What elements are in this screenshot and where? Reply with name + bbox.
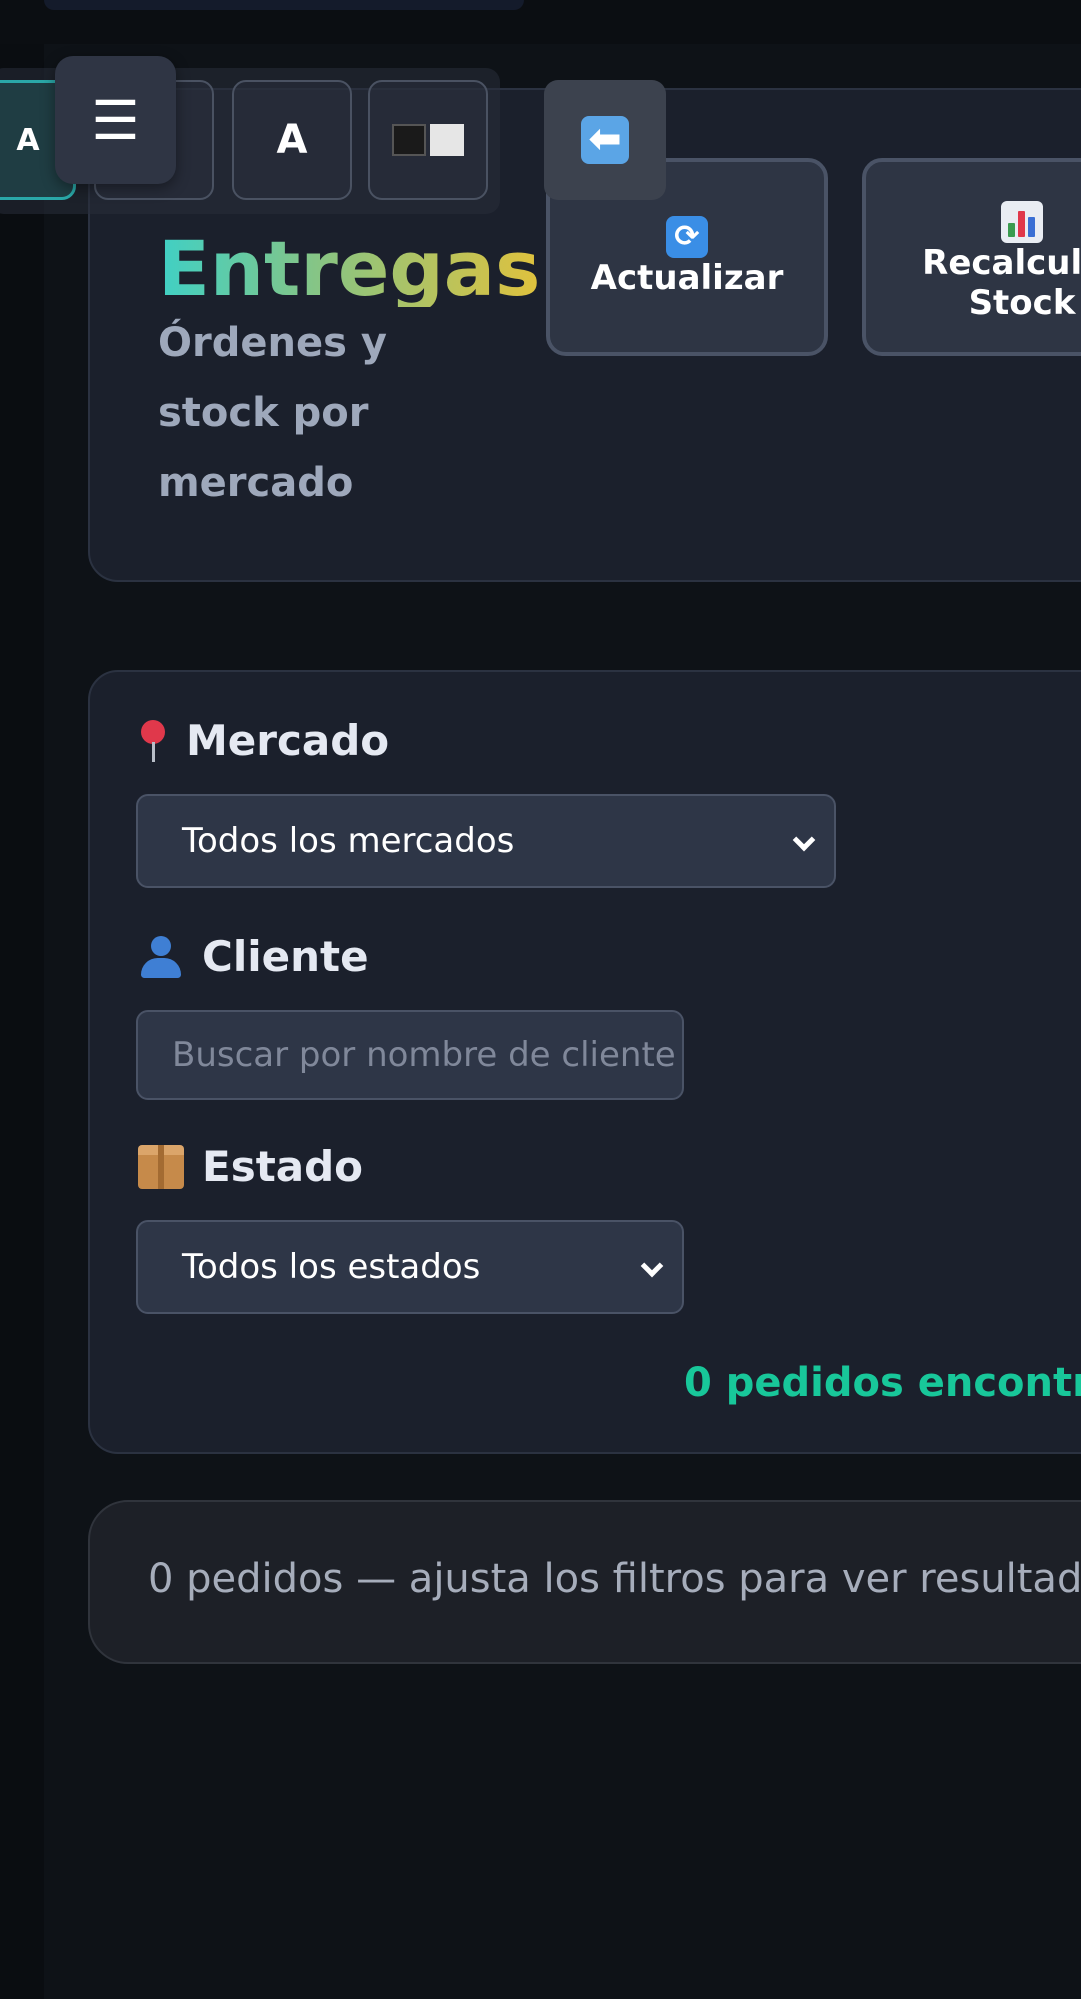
pin-icon <box>138 718 168 764</box>
contrast-toggle-button[interactable] <box>368 80 488 200</box>
package-icon <box>138 1144 184 1189</box>
contrast-light-icon <box>430 124 464 156</box>
chart-icon <box>1001 200 1043 243</box>
client-filter-label: Cliente <box>138 932 369 981</box>
market-label-text: Mercado <box>186 716 390 765</box>
font-size-button[interactable]: A <box>232 80 352 200</box>
state-label-text: Estado <box>202 1142 364 1191</box>
font-size-label: A <box>276 117 308 163</box>
results-count: 0 pedidos encontrados <box>684 1360 1081 1406</box>
back-button[interactable]: ⬅ <box>544 80 666 200</box>
market-select[interactable]: Todos los mercados <box>136 794 836 888</box>
state-filter-label: Estado <box>138 1142 363 1191</box>
market-select-value: Todos los mercados <box>182 821 515 861</box>
top-pill <box>44 0 524 10</box>
page-subtitle: Órdenes y stock por mercado <box>158 320 387 506</box>
hamburger-icon: ☰ <box>91 88 140 152</box>
refresh-button-label: Actualizar <box>590 257 784 298</box>
side-rail <box>0 0 44 1999</box>
font-size-active-label: A <box>16 122 40 158</box>
back-arrow-icon: ⬅ <box>581 116 629 164</box>
menu-button[interactable]: ☰ <box>55 56 176 184</box>
app-screen: Entregas Órdenes y stock por mercado ⟳ A… <box>0 0 1081 1999</box>
results-card: 0 pedidos — ajusta los filtros para ver … <box>88 1500 1081 1664</box>
state-select-value: Todos los estados <box>182 1247 481 1287</box>
market-filter-label: Mercado <box>138 716 389 765</box>
page-title: Entregas <box>158 223 541 313</box>
recalculate-stock-button[interactable]: Recalcular Stock <box>862 158 1081 356</box>
client-label-text: Cliente <box>202 932 369 981</box>
person-icon <box>138 934 184 980</box>
empty-results-message: 0 pedidos — ajusta los filtros para ver … <box>148 1556 1081 1602</box>
chevron-down-icon <box>640 1254 664 1278</box>
chevron-down-icon <box>792 828 816 852</box>
recalculate-stock-label: Recalcular Stock <box>922 242 1081 323</box>
top-strip <box>0 0 1081 44</box>
refresh-icon: ⟳ <box>666 215 708 258</box>
contrast-dark-icon <box>392 124 426 156</box>
filters-card: Mercado Todos los mercados Cliente Estad… <box>88 670 1081 1454</box>
state-select[interactable]: Todos los estados <box>136 1220 684 1314</box>
client-search-input[interactable] <box>136 1010 684 1100</box>
